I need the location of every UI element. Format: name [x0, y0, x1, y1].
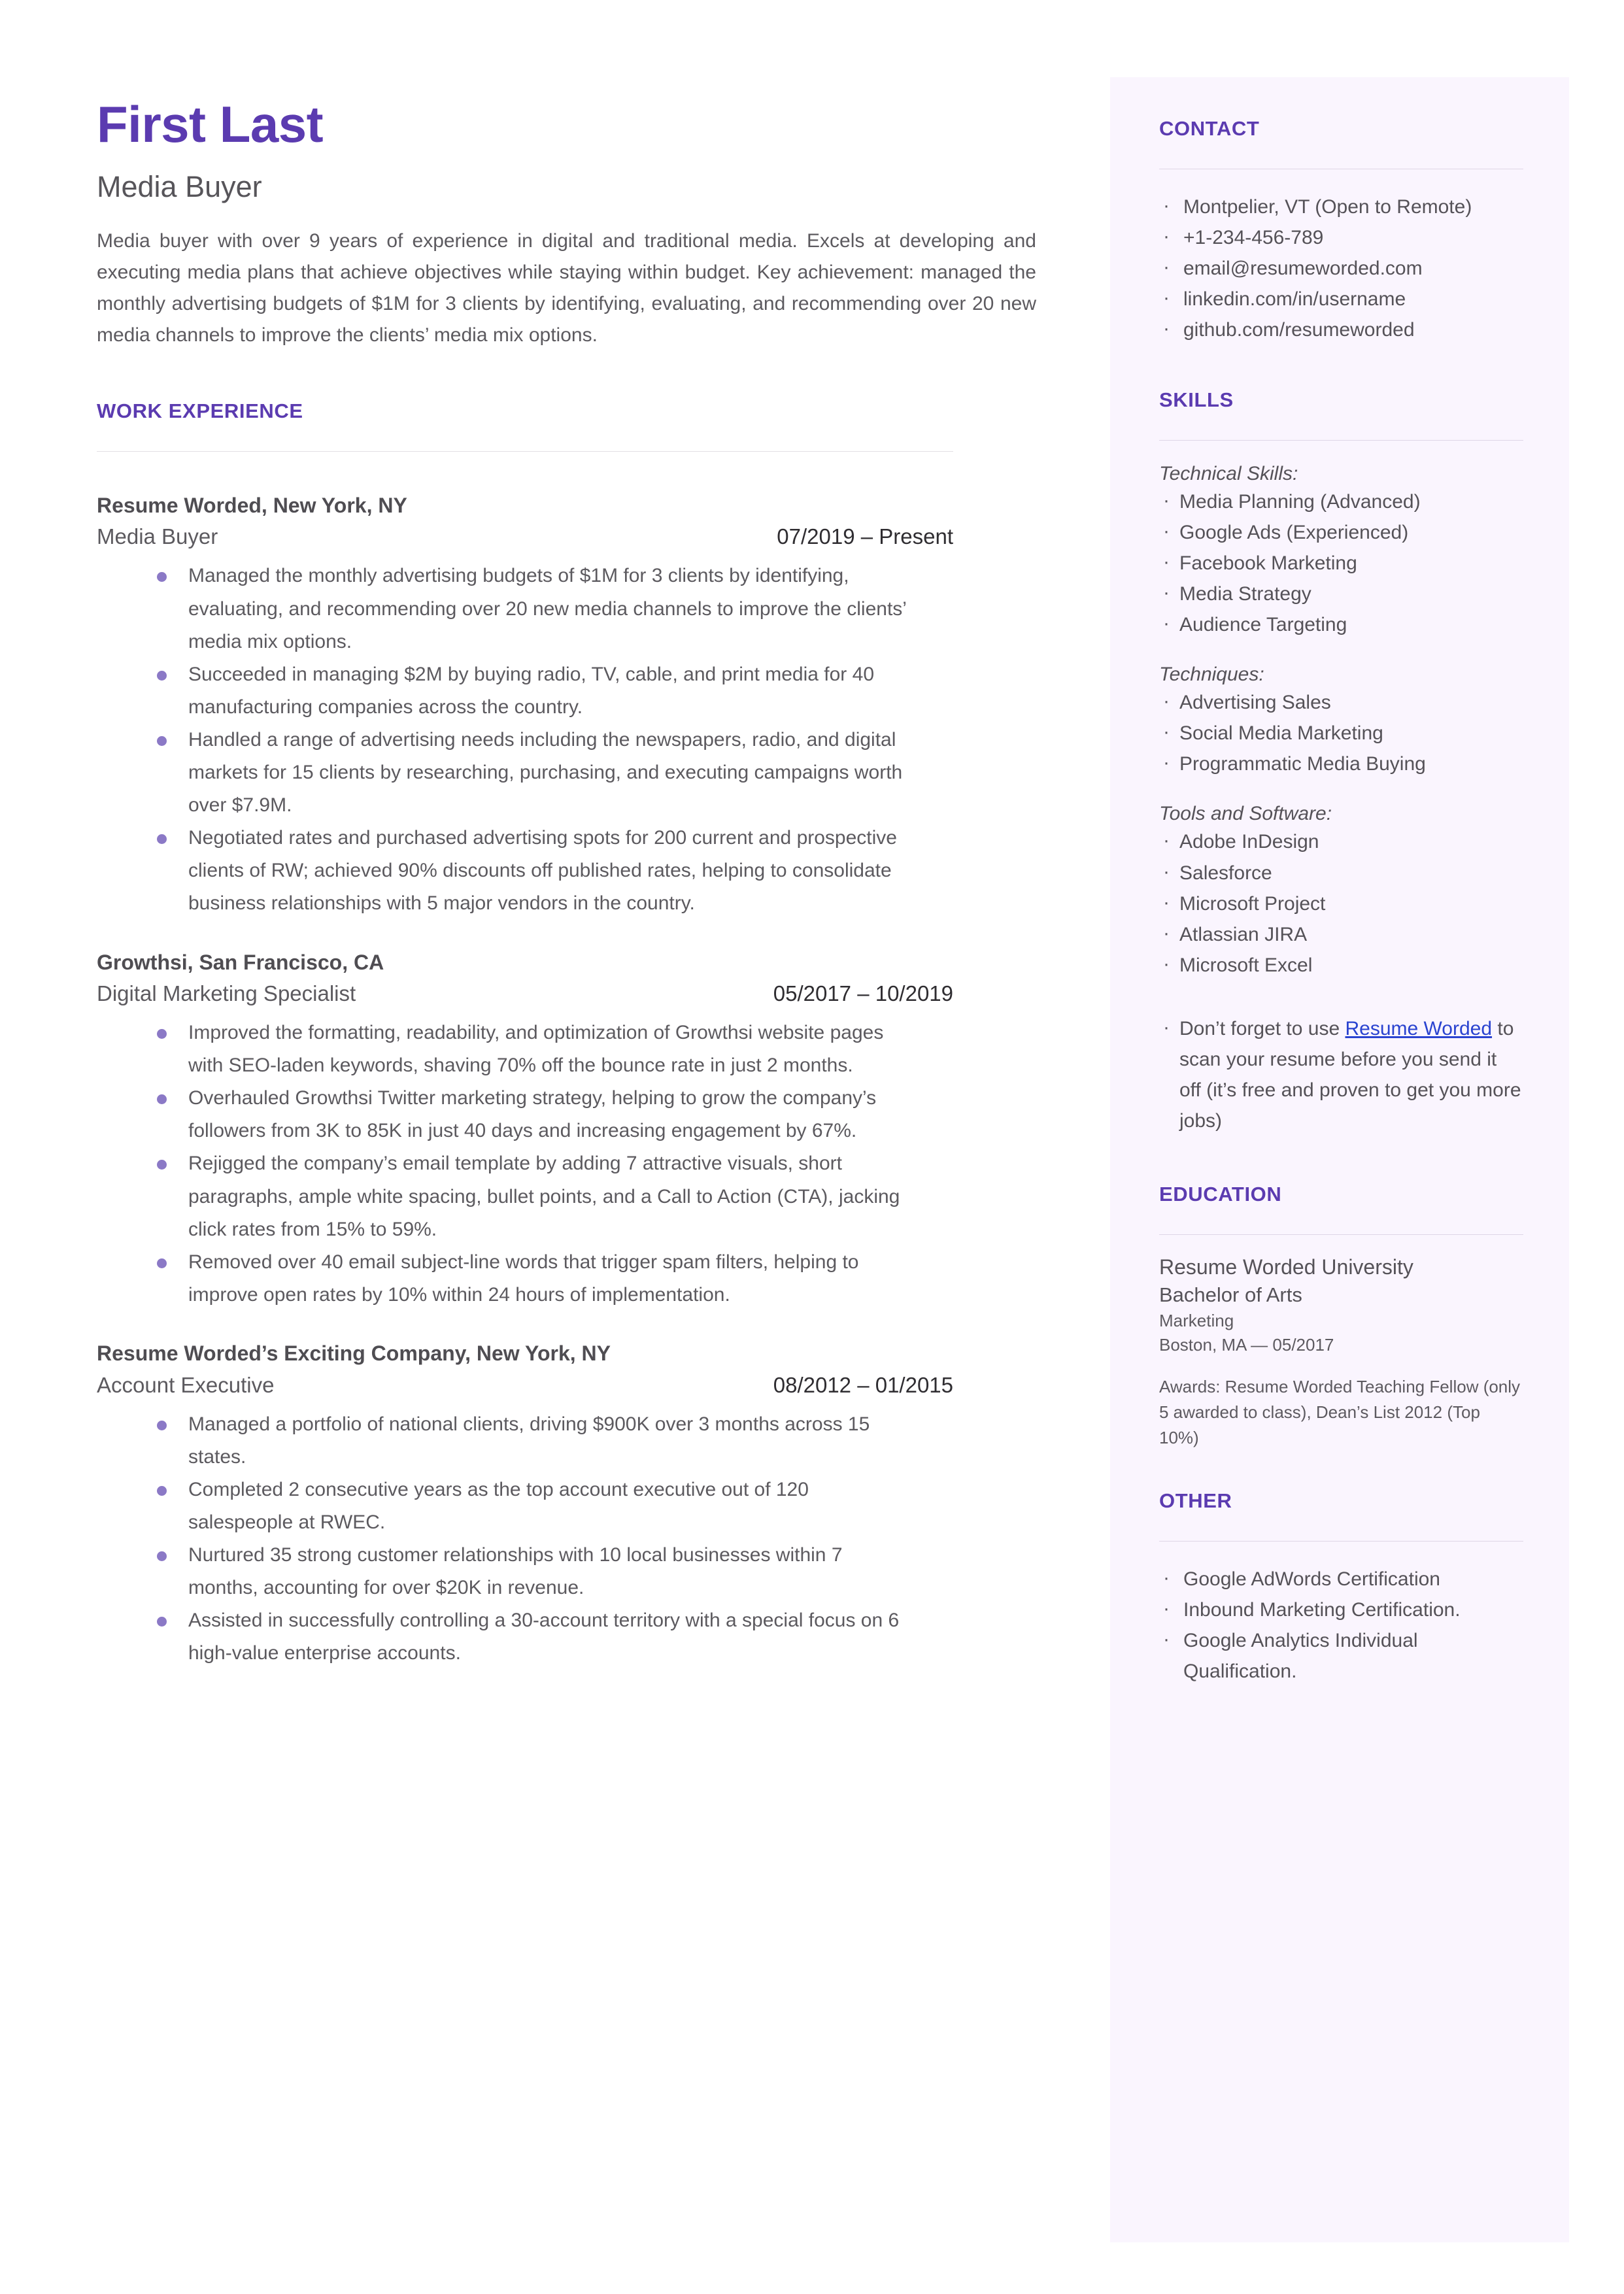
- sidebar-section-skills: SKILLS Technical Skills: Media Planning …: [1159, 388, 1523, 1137]
- education-divider: [1159, 1234, 1523, 1236]
- list-item: Managed a portfolio of national clients,…: [157, 1408, 914, 1474]
- job-company: Resume Worded’s Exciting Company, New Yo…: [97, 1341, 611, 1365]
- list-item: Atlassian JIRA: [1159, 918, 1523, 950]
- education-field: Marketing: [1159, 1310, 1234, 1330]
- skill-group-techniques: Techniques: Advertising Sales Social Med…: [1159, 664, 1523, 779]
- skill-list-tools: Adobe InDesign Salesforce Microsoft Proj…: [1159, 825, 1523, 981]
- education-degree: Bachelor of Arts: [1159, 1283, 1302, 1306]
- list-item: Google AdWords Certification: [1159, 1562, 1523, 1594]
- contact-item-linkedin[interactable]: linkedin.com/in/username: [1159, 282, 1523, 314]
- page-title: First Last: [97, 95, 324, 153]
- skill-group-technical: Technical Skills: Media Planning (Advanc…: [1159, 463, 1523, 640]
- job-bullets: Improved the formatting, readability, an…: [97, 1017, 914, 1311]
- list-item: Advertising Sales: [1159, 686, 1523, 718]
- list-item: Removed over 40 email subject-line words…: [157, 1246, 914, 1311]
- education-location-date: Boston, MA — 05/2017: [1159, 1334, 1334, 1355]
- contact-heading: CONTACT: [1159, 117, 1260, 140]
- professional-summary: Media buyer with over 9 years of experie…: [97, 229, 1036, 346]
- education-awards: Awards: Resume Worded Teaching Fellow (o…: [1159, 1376, 1521, 1447]
- main-content: First Last Media Buyer Media buyer with …: [97, 95, 1038, 1670]
- list-item: Media Strategy: [1159, 577, 1523, 609]
- list-item: Google Ads (Experienced): [1159, 516, 1523, 548]
- job-entry: Resume Worded, New York, NY Media Buyer …: [97, 492, 1038, 920]
- sidebar-section-other: OTHER Google AdWords Certification Inbou…: [1159, 1489, 1523, 1687]
- job-title: Account Executive: [97, 1372, 275, 1397]
- list-item: Microsoft Project: [1159, 887, 1523, 919]
- job-role-subtitle: Media Buyer: [97, 169, 262, 203]
- other-heading: OTHER: [1159, 1489, 1232, 1512]
- list-item: Assisted in successfully controlling a 3…: [157, 1604, 914, 1670]
- job-dates: 05/2017 – 10/2019: [773, 981, 953, 1006]
- job-entry: Resume Worded’s Exciting Company, New Yo…: [97, 1340, 1038, 1670]
- job-bullets: Managed the monthly advertising budgets …: [97, 560, 914, 920]
- list-item: Managed the monthly advertising budgets …: [157, 560, 914, 658]
- job-dates: 08/2012 – 01/2015: [773, 1372, 953, 1397]
- skill-group-label: Tools and Software:: [1159, 803, 1332, 825]
- list-item: Google Analytics Individual Qualificatio…: [1159, 1624, 1523, 1687]
- job-entry: Growthsi, San Francisco, CA Digital Mark…: [97, 949, 1038, 1311]
- list-item: Overhauled Growthsi Twitter marketing st…: [157, 1082, 914, 1147]
- list-item: Rejigged the company’s email template by…: [157, 1147, 914, 1245]
- job-company: Resume Worded, New York, NY: [97, 493, 407, 517]
- skill-group-tools: Tools and Software: Adobe InDesign Sales…: [1159, 803, 1523, 980]
- job-title: Digital Marketing Specialist: [97, 981, 356, 1006]
- other-divider: [1159, 1540, 1523, 1542]
- resume-page: CONTACT Montpelier, VT (Open to Remote) …: [0, 0, 1624, 2294]
- list-item: Handled a range of advertising needs inc…: [157, 724, 914, 822]
- skill-group-label: Techniques:: [1159, 664, 1264, 686]
- list-item: Social Media Marketing: [1159, 717, 1523, 749]
- contact-item-location: Montpelier, VT (Open to Remote): [1159, 190, 1523, 222]
- note-prefix: Don’t forget to use: [1179, 1017, 1345, 1039]
- list-item: Inbound Marketing Certification.: [1159, 1593, 1523, 1625]
- list-item: Succeeded in managing $2M by buying radi…: [157, 658, 914, 724]
- list-item: Completed 2 consecutive years as the top…: [157, 1474, 914, 1539]
- sidebar-section-education: EDUCATION Resume Worded University Bache…: [1159, 1183, 1523, 1450]
- list-item: Nurtured 35 strong customer relationship…: [157, 1539, 914, 1604]
- job-title: Media Buyer: [97, 524, 218, 549]
- list-item: Adobe InDesign: [1159, 825, 1523, 857]
- skills-heading: SKILLS: [1159, 388, 1234, 411]
- job-title-row: Media Buyer 07/2019 – Present: [97, 524, 953, 549]
- job-title-row: Digital Marketing Specialist 05/2017 – 1…: [97, 981, 953, 1006]
- job-dates: 07/2019 – Present: [777, 524, 953, 549]
- list-item: Audience Targeting: [1159, 608, 1523, 640]
- list-item: Negotiated rates and purchased advertisi…: [157, 822, 914, 920]
- education-heading: EDUCATION: [1159, 1183, 1282, 1206]
- skills-divider: [1159, 439, 1523, 441]
- job-title-row: Account Executive 08/2012 – 01/2015: [97, 1373, 953, 1398]
- skill-list-techniques: Advertising Sales Social Media Marketing…: [1159, 686, 1523, 779]
- sidebar-section-contact: CONTACT Montpelier, VT (Open to Remote) …: [1159, 117, 1523, 346]
- education-school: Resume Worded University: [1159, 1255, 1413, 1279]
- job-bullets: Managed a portfolio of national clients,…: [97, 1408, 914, 1670]
- list-item: Facebook Marketing: [1159, 547, 1523, 579]
- contact-item-github[interactable]: github.com/resumeworded: [1159, 313, 1523, 345]
- contact-item-email[interactable]: email@resumeworded.com: [1159, 252, 1523, 284]
- contact-item-phone[interactable]: +1-234-456-789: [1159, 221, 1523, 253]
- list-item: Improved the formatting, readability, an…: [157, 1017, 914, 1082]
- list-item: Programmatic Media Buying: [1159, 747, 1523, 779]
- work-experience-heading: WORK EXPERIENCE: [97, 399, 303, 422]
- list-item: Microsoft Excel: [1159, 949, 1523, 981]
- list-item: Media Planning (Advanced): [1159, 485, 1523, 517]
- resume-worded-note: Don’t forget to use Resume Worded to sca…: [1159, 1012, 1523, 1136]
- contact-list: Montpelier, VT (Open to Remote) +1-234-4…: [1159, 190, 1523, 345]
- job-company: Growthsi, San Francisco, CA: [97, 950, 384, 974]
- work-experience-divider: [97, 450, 953, 452]
- resume-worded-link[interactable]: Resume Worded: [1345, 1018, 1492, 1039]
- other-list: Google AdWords Certification Inbound Mar…: [1159, 1562, 1523, 1687]
- sidebar: CONTACT Montpelier, VT (Open to Remote) …: [1110, 77, 1569, 2242]
- skill-list-technical: Media Planning (Advanced) Google Ads (Ex…: [1159, 485, 1523, 640]
- skill-group-label: Technical Skills:: [1159, 462, 1298, 484]
- list-item: Salesforce: [1159, 856, 1523, 888]
